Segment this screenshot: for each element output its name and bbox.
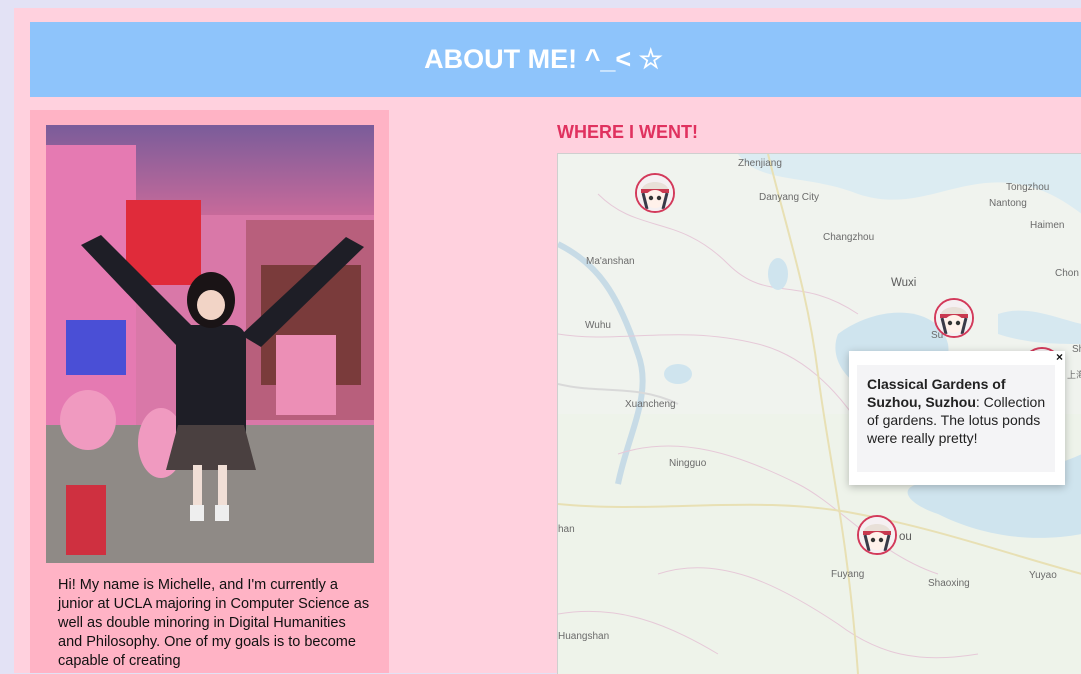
travel-map[interactable]: Zhenjiang Danyang City Changzhou Tongzho…	[557, 153, 1081, 674]
map-heading: WHERE I WENT!	[557, 122, 698, 142]
profile-card: Hi! My name is Michelle, and I'm current…	[30, 110, 389, 673]
city-label: Huangshan	[558, 631, 610, 642]
avatar-marker-icon[interactable]	[857, 515, 897, 555]
page-title: ABOUT ME! ^_< ☆	[424, 44, 663, 74]
city-label: Nantong	[989, 198, 1027, 209]
city-label: Shaoxing	[928, 578, 970, 589]
page: ABOUT ME! ^_< ☆ Hi! My name is Michelle,…	[14, 8, 1081, 674]
city-label: Sh	[1072, 344, 1081, 355]
profile-photo	[46, 125, 374, 563]
city-label: Ningguo	[669, 458, 707, 469]
header-banner: ABOUT ME! ^_< ☆	[30, 22, 1081, 97]
close-icon[interactable]: ×	[1056, 350, 1063, 364]
city-label: 上海	[1067, 370, 1081, 380]
city-label: Ma'anshan	[586, 256, 635, 267]
city-label: Tongzhou	[1006, 182, 1050, 193]
city-label: ou	[899, 531, 912, 543]
popup-text: Classical Gardens of Suzhou, Suzhou: Col…	[867, 375, 1047, 447]
city-label: Danyang City	[759, 192, 820, 203]
popup-separator: :	[975, 394, 980, 410]
city-label: Xuancheng	[625, 399, 676, 410]
city-label: Yuyao	[1029, 570, 1057, 581]
avatar-marker-icon[interactable]	[635, 173, 675, 213]
city-label: Fuyang	[831, 569, 865, 580]
city-label: Wuhu	[585, 320, 611, 331]
bio-paragraph: Hi! My name is Michelle, and I'm current…	[58, 577, 370, 669]
city-label: Changzhou	[823, 232, 875, 243]
city-label: han	[558, 524, 575, 535]
popup-body: Classical Gardens of Suzhou, Suzhou: Col…	[857, 365, 1055, 472]
city-label: Wuxi	[891, 277, 917, 289]
avatar-marker-icon[interactable]	[934, 298, 974, 338]
city-label: Chon	[1055, 268, 1079, 279]
city-label: Haimen	[1030, 220, 1065, 231]
map-popup: × Classical Gardens of Suzhou, Suzhou: C…	[849, 350, 1065, 485]
city-label: Zhenjiang	[738, 158, 782, 169]
